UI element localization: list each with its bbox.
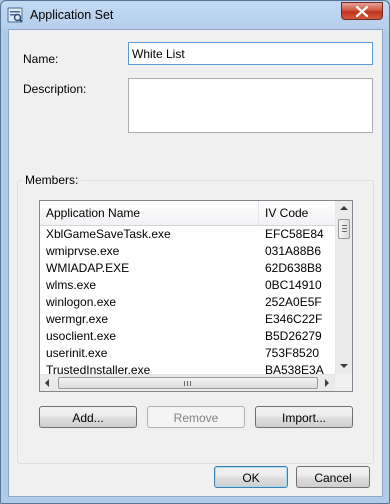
scroll-up-icon[interactable] bbox=[340, 206, 348, 210]
list-item[interactable]: wlms.exe 0BC14910 bbox=[40, 277, 336, 294]
description-label: Description: bbox=[23, 82, 87, 96]
members-group-label: Members: bbox=[22, 173, 82, 187]
dialog-window: Application Set Name: Description: Membe… bbox=[0, 0, 390, 504]
application-name-cell: wlms.exe bbox=[46, 278, 97, 292]
iv-code-cell: E346C22F bbox=[265, 312, 323, 326]
application-name-cell: XblGameSaveTask.exe bbox=[46, 227, 171, 241]
iv-code-cell: EFC58E84 bbox=[265, 227, 324, 241]
list-item[interactable]: userinit.exe 753F8520 bbox=[40, 345, 336, 362]
iv-code-cell: B5D26279 bbox=[265, 329, 322, 343]
list-rows: XblGameSaveTask.exe EFC58E84 wmiprvse.exe 0… bbox=[40, 226, 336, 379]
title-bar[interactable]: Application Set bbox=[1, 1, 389, 29]
application-name-cell: wermgr.exe bbox=[46, 312, 109, 326]
ok-button[interactable]: OK bbox=[214, 466, 288, 488]
horizontal-scrollbar[interactable] bbox=[40, 374, 336, 391]
close-button[interactable] bbox=[341, 2, 383, 20]
application-name-cell: wmiprvse.exe bbox=[46, 244, 120, 258]
vertical-scrollbar[interactable] bbox=[335, 201, 352, 374]
thumb-grip-line bbox=[184, 381, 185, 386]
list-item[interactable]: wermgr.exe E346C22F bbox=[40, 311, 336, 328]
application-name-cell: WMIADAP.EXE bbox=[46, 261, 130, 275]
list-item[interactable]: wmiprvse.exe 031A88B6 bbox=[40, 243, 336, 260]
application-name-cell: usoclient.exe bbox=[46, 329, 117, 343]
remove-button[interactable]: Remove bbox=[147, 406, 245, 428]
thumb-grip-line bbox=[342, 231, 347, 232]
scroll-left-icon[interactable] bbox=[45, 379, 49, 387]
column-header-application-name[interactable]: Application Name bbox=[40, 201, 259, 225]
description-field[interactable] bbox=[128, 78, 373, 133]
import-button[interactable]: Import... bbox=[255, 406, 353, 428]
thumb-grip-line bbox=[190, 381, 191, 386]
iv-code-cell: 0BC14910 bbox=[265, 278, 322, 292]
list-item[interactable]: usoclient.exe B5D26279 bbox=[40, 328, 336, 345]
scroll-right-icon[interactable] bbox=[325, 379, 329, 387]
name-input[interactable] bbox=[129, 43, 372, 64]
close-x-icon bbox=[356, 6, 368, 17]
iv-code-cell: 62D638B8 bbox=[265, 261, 322, 275]
list-item[interactable]: winlogon.exe 252A0E5F bbox=[40, 294, 336, 311]
iv-code-cell: 031A88B6 bbox=[265, 244, 322, 258]
iv-code-cell: 753F8520 bbox=[265, 346, 320, 360]
column-header-iv-code[interactable]: IV Code bbox=[259, 201, 336, 225]
thumb-grip-line bbox=[342, 228, 347, 229]
thumb-grip-line bbox=[187, 381, 188, 386]
list-item[interactable]: XblGameSaveTask.exe EFC58E84 bbox=[40, 226, 336, 243]
scroll-down-icon[interactable] bbox=[340, 364, 348, 368]
vertical-scroll-thumb[interactable] bbox=[338, 219, 350, 239]
name-label: Name: bbox=[23, 52, 59, 66]
iv-code-cell: 252A0E5F bbox=[265, 295, 322, 309]
name-field[interactable] bbox=[128, 42, 373, 65]
list-item[interactable]: WMIADAP.EXE 62D638B8 bbox=[40, 260, 336, 277]
members-list[interactable]: Application Name IV Code XblGameSaveTask… bbox=[39, 200, 353, 392]
application-name-cell: winlogon.exe bbox=[46, 295, 117, 309]
scrollbar-corner bbox=[335, 374, 352, 391]
cancel-button[interactable]: Cancel bbox=[296, 466, 370, 488]
application-name-cell: userinit.exe bbox=[46, 346, 108, 360]
application-set-icon bbox=[7, 7, 23, 23]
add-button[interactable]: Add... bbox=[39, 406, 137, 428]
horizontal-scroll-thumb[interactable] bbox=[58, 377, 318, 389]
thumb-grip-line bbox=[342, 225, 347, 226]
list-header: Application Name IV Code bbox=[40, 201, 336, 226]
dialog-client-area: Name: Description: Members: Application … bbox=[8, 29, 383, 497]
window-title: Application Set bbox=[30, 8, 114, 22]
